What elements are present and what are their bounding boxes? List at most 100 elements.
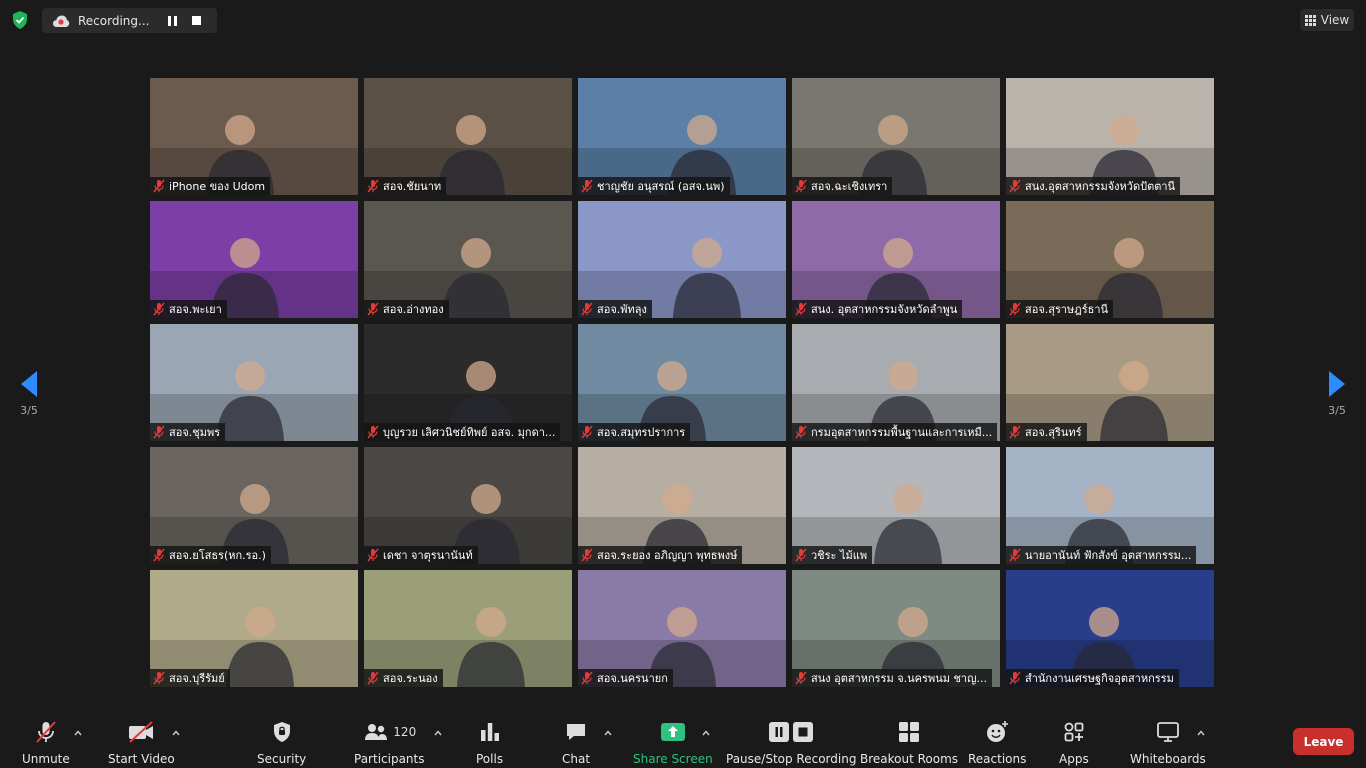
participant-name-tag: สอจ.สุราษฎร์ธานี: [1006, 300, 1114, 318]
next-page-button[interactable]: 3/5: [1322, 370, 1352, 430]
mic-muted-icon: [1009, 548, 1021, 562]
participant-name: นายอานันท์ ฟักสังข์ อุตสาหกรรม...: [1025, 549, 1192, 562]
mic-muted-icon: [1009, 302, 1021, 316]
participant-name-tag: สอจ.ยโสธร(หก.รอ.): [150, 546, 271, 564]
security-button[interactable]: Security: [257, 720, 306, 766]
participant-name-tag: สอจ.ระยอง อภิญญา พุทธพงษ์: [578, 546, 743, 564]
pause-stop-recording-label: Pause/Stop Recording: [726, 752, 857, 766]
arrow-right-icon: [1329, 371, 1345, 397]
participant-name: สอจ.สุราษฎร์ธานี: [1025, 303, 1109, 316]
participant-video-tile[interactable]: สอจ.ฉะเชิงเทรา: [792, 78, 1000, 195]
mic-muted-icon: [367, 302, 379, 316]
participant-video-tile[interactable]: บุญรวย เลิศวนิชย์ทิพย์ อสจ. มุกดา...: [364, 324, 572, 441]
mic-muted-icon: [795, 548, 807, 562]
participant-name-tag: สอจ.สุรินทร์: [1006, 423, 1087, 441]
whiteboard-options-chevron-icon[interactable]: [1197, 730, 1205, 736]
participant-name: กรมอุตสาหกรรมพื้นฐานและการเหมื...: [811, 426, 993, 439]
unmute-button[interactable]: Unmute: [22, 720, 70, 766]
page-indicator-right: 3/5: [1328, 404, 1346, 417]
apps-button[interactable]: Apps: [1059, 720, 1089, 766]
participant-name: สอจ.ฉะเชิงเทรา: [811, 180, 888, 193]
participant-video-tile[interactable]: สอจ.ระนอง: [364, 570, 572, 687]
participant-video-tile[interactable]: วชิระ ไม้แพ: [792, 447, 1000, 564]
participant-name-tag: สอจ.ชุมพร: [150, 423, 226, 441]
participant-video-tile[interactable]: เดชา จาตุรนานันท์: [364, 447, 572, 564]
security-label: Security: [257, 752, 307, 766]
reactions-label: Reactions: [968, 752, 1027, 766]
apps-icon: [1064, 722, 1084, 742]
participant-name: สอจ.ระนอง: [383, 672, 438, 685]
participant-name: สอจ.นครนายก: [597, 672, 668, 685]
breakout-rooms-button[interactable]: Breakout Rooms: [860, 720, 958, 766]
mic-muted-icon: [367, 179, 379, 193]
participant-name-tag: สอจ.นครนายก: [578, 669, 673, 687]
chat-button[interactable]: Chat: [562, 720, 590, 766]
participant-video-tile[interactable]: สอจ.สุราษฎร์ธานี: [1006, 201, 1214, 318]
whiteboard-icon: [1156, 722, 1179, 742]
mic-muted-icon: [367, 548, 379, 562]
participant-video-tile[interactable]: สอจ.สุรินทร์: [1006, 324, 1214, 441]
breakout-rooms-icon: [899, 722, 920, 742]
participant-name: สอจ.อ่างทอง: [383, 303, 444, 316]
shield-icon: [273, 722, 290, 742]
pause-stop-icon: [769, 722, 814, 742]
security-shield-icon[interactable]: [10, 10, 30, 30]
participant-video-tile[interactable]: ชาญชัย อนุสรณ์ (อสจ.นพ): [578, 78, 786, 195]
whiteboards-button[interactable]: Whiteboards: [1130, 720, 1206, 766]
participant-video-tile[interactable]: สอจ.ระยอง อภิญญา พุทธพงษ์: [578, 447, 786, 564]
participant-name: สอจ.สมุทรปราการ: [597, 426, 686, 439]
participant-video-tile[interactable]: สนง อุตสาหกรรม จ.นครพนม ชาญ...: [792, 570, 1000, 687]
participant-video-tile[interactable]: กรมอุตสาหกรรมพื้นฐานและการเหมื...: [792, 324, 1000, 441]
participant-video-tile[interactable]: สำนักงานเศรษฐกิจอุตสาหกรรม: [1006, 570, 1214, 687]
chat-bubble-icon: [567, 724, 586, 740]
share-screen-arrow-icon: [660, 723, 685, 741]
view-button[interactable]: View: [1300, 9, 1354, 31]
grid-view-icon: [1304, 14, 1316, 26]
participant-video-tile[interactable]: สอจ.ชุมพร: [150, 324, 358, 441]
audio-options-chevron-icon[interactable]: [74, 730, 82, 736]
participant-video-tile[interactable]: สอจ.สมุทรปราการ: [578, 324, 786, 441]
participant-name: วชิระ ไม้แพ: [811, 549, 868, 562]
leave-meeting-button[interactable]: Leave: [1293, 728, 1354, 755]
participant-name: iPhone ของ Udom: [169, 180, 266, 193]
participant-video-tile[interactable]: นายอานันท์ ฟักสังข์ อุตสาหกรรม...: [1006, 447, 1214, 564]
start-video-button[interactable]: Start Video: [108, 720, 175, 766]
participant-name: สำนักงานเศรษฐกิจอุตสาหกรรม: [1025, 672, 1174, 685]
participant-name: บุญรวย เลิศวนิชย์ทิพย์ อสจ. มุกดา...: [383, 426, 556, 439]
arrow-left-icon: [21, 371, 37, 397]
participants-options-chevron-icon[interactable]: [434, 730, 442, 736]
share-screen-button[interactable]: Share Screen: [633, 720, 713, 766]
participant-name-tag: บุญรวย เลิศวนิชย์ทิพย์ อสจ. มุกดา...: [364, 423, 561, 441]
polls-button[interactable]: Polls: [476, 720, 503, 766]
participant-video-tile[interactable]: สอจ.พัทลุง: [578, 201, 786, 318]
pause-stop-recording-button[interactable]: Pause/Stop Recording: [726, 720, 856, 766]
participant-video-tile[interactable]: สอจ.ชัยนาท: [364, 78, 572, 195]
participant-name: เดชา จาตุรนานันท์: [383, 549, 473, 562]
participant-video-tile[interactable]: สนง.อุตสาหกรรมจังหวัดปัตตานี: [1006, 78, 1214, 195]
participant-name-tag: สอจ.บุรีรัมย์: [150, 669, 230, 687]
participant-video-tile[interactable]: สอจ.บุรีรัมย์: [150, 570, 358, 687]
chat-options-chevron-icon[interactable]: [604, 730, 612, 736]
participant-video-tile[interactable]: สอจ.ยโสธร(หก.รอ.): [150, 447, 358, 564]
mic-muted-icon: [1009, 671, 1021, 685]
stop-recording-icon[interactable]: [192, 16, 201, 25]
participants-icon: [365, 724, 388, 740]
participants-button[interactable]: 120 Participants: [354, 720, 425, 766]
mic-muted-icon: [153, 671, 165, 685]
participant-video-tile[interactable]: สอจ.พะเยา: [150, 201, 358, 318]
video-options-chevron-icon[interactable]: [172, 730, 180, 736]
recording-indicator: Recording...: [42, 8, 217, 33]
mic-muted-icon: [581, 548, 593, 562]
mic-muted-icon: [367, 425, 379, 439]
participant-video-tile[interactable]: สอจ.อ่างทอง: [364, 201, 572, 318]
participant-video-tile[interactable]: สนง. อุตสาหกรรมจังหวัดลำพูน: [792, 201, 1000, 318]
pause-recording-icon[interactable]: [168, 15, 178, 26]
share-options-chevron-icon[interactable]: [702, 730, 710, 736]
participant-video-tile[interactable]: iPhone ของ Udom: [150, 78, 358, 195]
video-camera-off-icon: [129, 721, 154, 743]
previous-page-button[interactable]: 3/5: [14, 370, 44, 430]
reactions-button[interactable]: Reactions: [968, 720, 1026, 766]
participant-name: สอจ.พัทลุง: [597, 303, 647, 316]
mic-muted-icon: [795, 179, 807, 193]
participant-video-tile[interactable]: สอจ.นครนายก: [578, 570, 786, 687]
